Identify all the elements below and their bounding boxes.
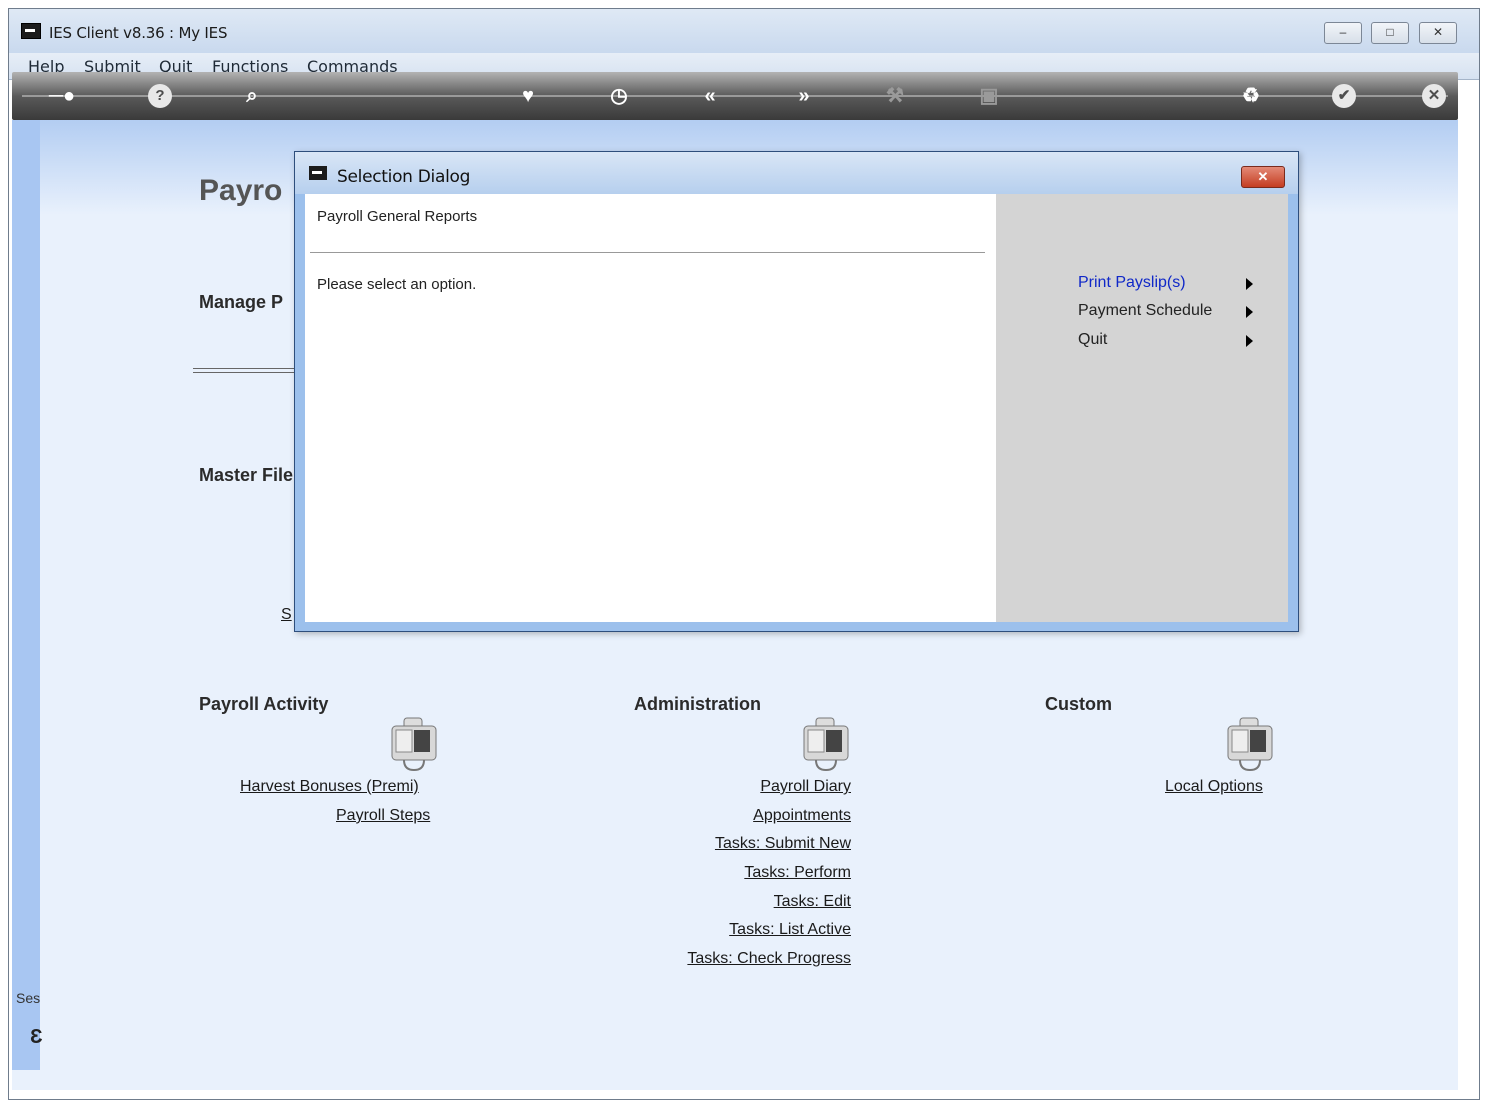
clock-icon[interactable]: ◷: [605, 82, 633, 110]
tools-icon[interactable]: ⚒: [881, 82, 909, 110]
custom-heading: Custom: [1045, 694, 1112, 714]
link-tasks-list-active[interactable]: Tasks: List Active: [651, 921, 851, 939]
maximize-button[interactable]: □: [1371, 22, 1409, 44]
dialog-caption: Selection Dialog: [337, 167, 471, 187]
dialog-close-button[interactable]: ✕: [1241, 166, 1285, 188]
link-payroll-steps[interactable]: Payroll Steps: [336, 807, 430, 825]
forward-icon[interactable]: »: [790, 82, 818, 110]
link-local-options[interactable]: Local Options: [1165, 778, 1263, 796]
heart-icon[interactable]: ♥: [514, 82, 542, 110]
manage-heading: Manage P: [199, 292, 284, 312]
option-quit[interactable]: Quit: [1078, 331, 1107, 349]
phone-book-icon: [803, 717, 849, 772]
check-icon[interactable]: ✔: [1332, 84, 1356, 108]
option-panel: Print Payslip(s) Payment Schedule Quit: [996, 194, 1288, 622]
search-icon[interactable]: ⌕: [238, 82, 266, 110]
chip-icon[interactable]: ▣: [975, 82, 1003, 110]
link-harvest-bonuses[interactable]: Harvest Bonuses (Premi): [240, 778, 419, 796]
dialog-body: Payroll General Reports Please select an…: [305, 194, 996, 622]
dialog-subtitle: Payroll General Reports: [317, 208, 478, 225]
submenu-arrow-icon: [1246, 335, 1253, 347]
dialog-message: Please select an option.: [317, 276, 477, 293]
administration-heading: Administration: [634, 694, 762, 714]
submenu-arrow-icon: [1246, 278, 1253, 290]
dialog-title-bar: Selection Dialog ✕: [295, 152, 1298, 194]
back-icon[interactable]: «: [696, 82, 724, 110]
minimize-button[interactable]: –: [1324, 22, 1362, 44]
page-title: Payro: [199, 174, 283, 207]
toolbar: ─● ? ⌕ ♥ ◷ « » ⚒ ▣ ♻ ✔ ✕: [12, 72, 1458, 120]
option-payment-schedule[interactable]: Payment Schedule: [1078, 302, 1212, 320]
divider: [193, 368, 303, 373]
window-title: IES Client v8.36 : My IES: [49, 24, 228, 42]
title-bar: IES Client v8.36 : My IES – □ ✕: [9, 9, 1479, 53]
link-appointments[interactable]: Appointments: [651, 807, 851, 825]
master-files-heading: Master File: [199, 465, 294, 485]
link-tasks-perform[interactable]: Tasks: Perform: [651, 864, 851, 882]
selection-dialog: Selection Dialog ✕ Payroll General Repor…: [294, 151, 1299, 632]
recycle-icon[interactable]: ♻: [1237, 82, 1265, 110]
dialog-divider: [310, 252, 985, 254]
session-icon: Ɛ: [30, 1026, 43, 1048]
link-payroll-diary[interactable]: Payroll Diary: [651, 778, 851, 796]
help-icon[interactable]: ?: [148, 84, 172, 108]
app-logo-icon: [309, 166, 327, 180]
phone-book-icon: [1227, 717, 1273, 772]
session-label: Ses: [16, 990, 41, 1006]
partial-link[interactable]: S: [281, 606, 292, 624]
payroll-activity-heading: Payroll Activity: [199, 694, 329, 714]
left-panel: [12, 120, 40, 1070]
window-close-button[interactable]: ✕: [1419, 22, 1457, 44]
phone-book-icon: [391, 717, 437, 772]
submenu-arrow-icon: [1246, 306, 1253, 318]
link-tasks-submit-new[interactable]: Tasks: Submit New: [651, 835, 851, 853]
key-icon[interactable]: ─●: [48, 82, 76, 110]
link-tasks-edit[interactable]: Tasks: Edit: [651, 893, 851, 911]
option-print-payslips[interactable]: Print Payslip(s): [1078, 274, 1186, 292]
close-icon[interactable]: ✕: [1422, 84, 1446, 108]
link-tasks-check-progress[interactable]: Tasks: Check Progress: [651, 950, 851, 968]
app-logo-icon: [21, 23, 41, 39]
